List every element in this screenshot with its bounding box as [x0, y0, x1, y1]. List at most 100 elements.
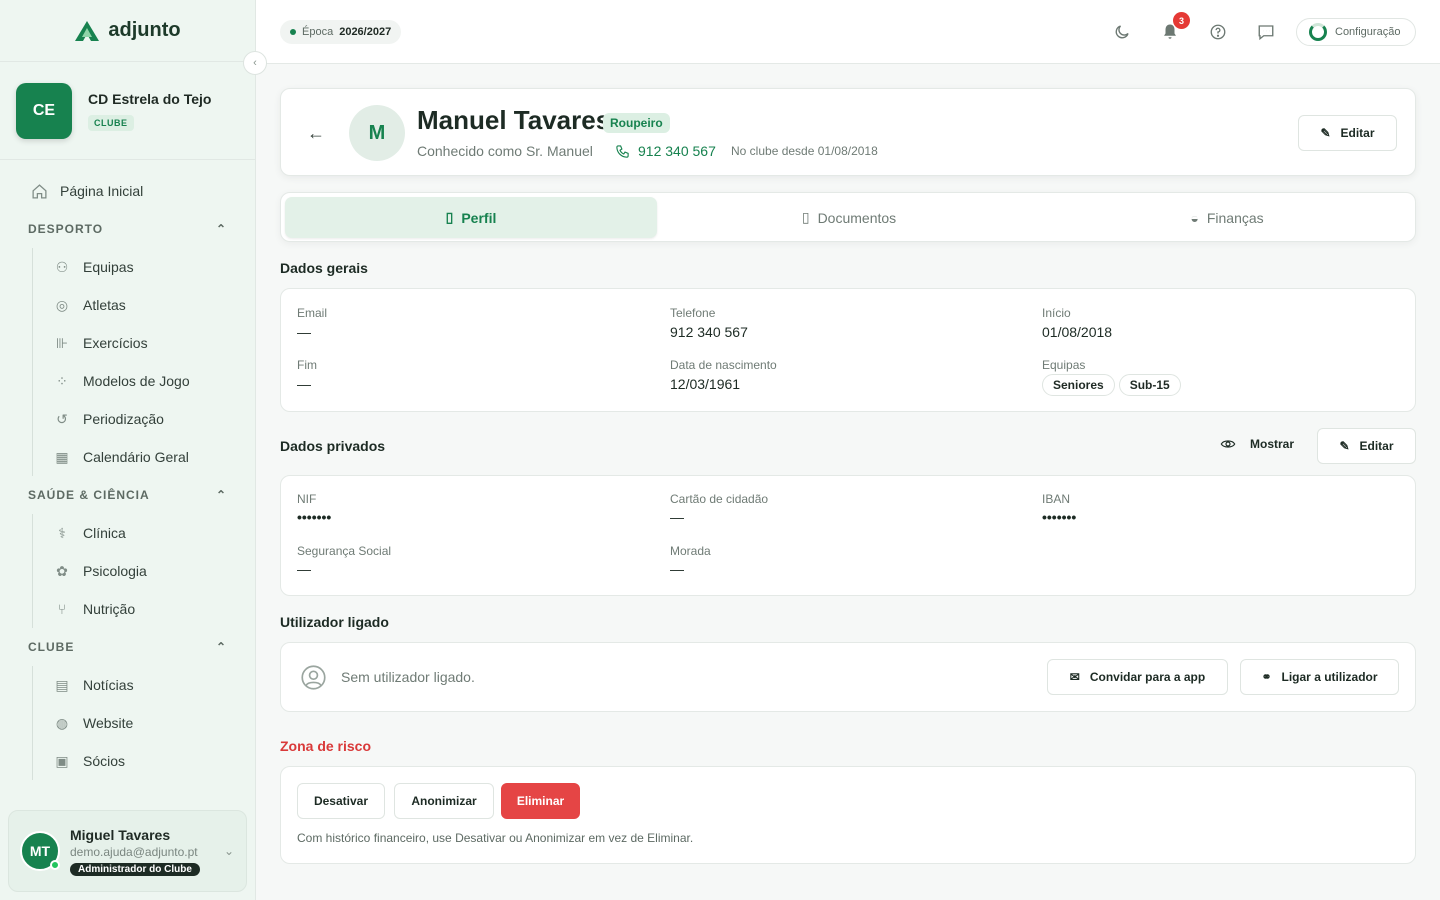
brain-icon: ✿: [56, 562, 68, 579]
person-name: Manuel Tavares: [417, 105, 611, 135]
user-circle-icon: [301, 665, 326, 690]
club-switcher[interactable]: CE CD Estrela do Tejo CLUBE: [0, 62, 255, 160]
sidebar-item-label: Atletas: [83, 297, 126, 313]
tab-perfil[interactable]: ▯ Perfil: [285, 197, 657, 238]
sidebar-item-calendario-geral[interactable]: ▦ Calendário Geral: [33, 438, 255, 476]
sidebar-item-label: Nutrição: [83, 601, 136, 617]
email-label: Email: [297, 306, 328, 320]
sidebar-item-home[interactable]: Página Inicial: [0, 172, 255, 210]
start-date-value: 01/08/2018: [1042, 324, 1113, 340]
invite-to-app-button[interactable]: ✉ Convidar para a app: [1047, 659, 1228, 695]
sidebar-item-label: Equipas: [83, 259, 134, 275]
nav-section-desporto[interactable]: DESPORTO ⌃: [0, 210, 255, 248]
sidebar-item-website[interactable]: ◍ Website: [33, 704, 255, 742]
chevron-up-icon: ⌃: [215, 488, 227, 502]
season-value: 2026/2027: [339, 26, 392, 38]
link-user-button[interactable]: ⚭ Ligar a utilizador: [1240, 659, 1399, 695]
setup-progress-ring-icon: [1309, 23, 1327, 41]
avatar-initials: MT: [29, 843, 51, 859]
nif-label: NIF: [297, 492, 317, 506]
team-chips: Seniores Sub-15: [1042, 374, 1185, 396]
season-selector[interactable]: Época 2026/2027: [280, 20, 402, 44]
section-title-danger-zone: Zona de risco: [280, 738, 372, 754]
nav-group-saude: ⚕ Clínica ✿ Psicologia ⑂ Nutrição: [32, 514, 255, 628]
back-button[interactable]: ←: [307, 123, 325, 144]
sidebar-item-exercicios[interactable]: ⊪ Exercícios: [33, 324, 255, 362]
start-date-label: Início: [1042, 306, 1071, 320]
show-label: Mostrar: [1250, 437, 1295, 451]
notification-count-badge: 3: [1173, 12, 1190, 29]
messages-button[interactable]: [1254, 20, 1278, 44]
person-header-card: ← M Manuel Tavares Roupeiro Conhecido co…: [280, 88, 1416, 176]
person-avatar: M: [349, 105, 405, 161]
coins-icon: ◒: [1190, 209, 1199, 226]
message-icon: [1258, 25, 1274, 41]
help-button[interactable]: [1206, 20, 1230, 44]
show-private-data-button[interactable]: Mostrar: [1220, 436, 1294, 452]
adjunto-logo-icon: [75, 20, 100, 41]
section-title-private: Dados privados: [280, 438, 386, 454]
pencil-icon: ✎: [1339, 439, 1350, 453]
sidebar-item-label: Periodização: [83, 411, 164, 427]
online-status-dot: [50, 860, 60, 870]
sidebar-item-nutricao[interactable]: ⑂ Nutrição: [33, 590, 255, 628]
nav-section-clube[interactable]: CLUBE ⌃: [0, 628, 255, 666]
team-chip[interactable]: Seniores: [1042, 374, 1115, 396]
danger-zone-card: Desativar Anonimizar Eliminar Com histór…: [280, 766, 1416, 864]
history-icon: ↺: [56, 410, 68, 427]
sidebar-item-label: Website: [83, 715, 134, 731]
edit-label: Editar: [1340, 126, 1375, 140]
nav-section-title: CLUBE: [28, 640, 75, 654]
user-menu[interactable]: MT Miguel Tavares demo.ajuda@adjunto.pt …: [8, 810, 247, 892]
brand-logo[interactable]: adjunto: [0, 0, 255, 62]
sidebar-item-socios[interactable]: ▣ Sócios: [33, 742, 255, 780]
chevron-up-icon: ⌃: [215, 640, 227, 654]
chevron-down-icon: ⌄: [223, 844, 234, 858]
sidebar-item-periodizacao[interactable]: ↺ Periodização: [33, 400, 255, 438]
tabs: ▯ Perfil ▯ Documentos ◒ Finanças: [280, 192, 1416, 242]
theme-toggle-button[interactable]: [1110, 20, 1134, 44]
link-label: Ligar a utilizador: [1281, 670, 1378, 684]
sidebar-item-label: Modelos de Jogo: [83, 373, 190, 389]
sidebar-item-noticias[interactable]: ▤ Notícias: [33, 666, 255, 704]
sidebar-item-label: Calendário Geral: [83, 449, 189, 465]
sidebar-item-label: Página Inicial: [60, 183, 144, 199]
stethoscope-icon: ⚕: [58, 524, 66, 541]
sidebar-item-psicologia[interactable]: ✿ Psicologia: [33, 552, 255, 590]
delete-button[interactable]: Eliminar: [501, 783, 580, 819]
team-chip[interactable]: Sub-15: [1118, 374, 1181, 396]
tab-label: Perfil: [461, 209, 497, 226]
season-label: Época: [302, 26, 334, 38]
address-value: —: [670, 561, 684, 577]
nav-section-saude[interactable]: SAÚDE & CIÊNCIA ⌃: [0, 476, 255, 514]
tactics-icon: ⁘: [56, 372, 68, 389]
sidebar-item-atletas[interactable]: ◎ Atletas: [33, 286, 255, 324]
link-icon: ⚭: [1261, 670, 1272, 684]
utensils-icon: ⑂: [57, 601, 67, 617]
edit-private-data-button[interactable]: ✎ Editar: [1317, 428, 1416, 464]
member-since: No clube desde 01/08/2018: [731, 144, 878, 158]
birth-date-label: Data de nascimento: [670, 358, 777, 372]
tab-financas[interactable]: ◒ Finanças: [1041, 197, 1413, 238]
help-icon: [1210, 24, 1226, 40]
person-phone-link[interactable]: 912 340 567: [615, 143, 716, 159]
notifications-button[interactable]: 3: [1158, 12, 1190, 44]
sidebar-item-modelos-de-jogo[interactable]: ⁘ Modelos de Jogo: [33, 362, 255, 400]
configuration-button[interactable]: Configuração: [1296, 18, 1416, 46]
sidebar-item-equipas[interactable]: ⚇ Equipas: [33, 248, 255, 286]
eye-icon: [1220, 440, 1236, 448]
deactivate-button[interactable]: Desativar: [297, 783, 385, 819]
anonymize-button[interactable]: Anonimizar: [394, 783, 494, 819]
arrow-left-icon: ←: [307, 123, 325, 143]
edit-person-button[interactable]: ✎ Editar: [1298, 115, 1397, 151]
role-badge: Roupeiro: [603, 113, 670, 133]
collapse-sidebar-button[interactable]: ‹: [243, 51, 267, 75]
nif-value: •••••••: [297, 509, 332, 525]
sidebar-item-clinica[interactable]: ⚕ Clínica: [33, 514, 255, 552]
tab-documentos[interactable]: ▯ Documentos: [663, 197, 1035, 238]
nav-group-clube: ▤ Notícias ◍ Website ▣ Sócios: [32, 666, 255, 780]
newspaper-icon: ▤: [55, 676, 69, 693]
club-tag: CLUBE: [88, 114, 134, 131]
section-title-linked-user: Utilizador ligado: [280, 614, 389, 630]
sidebar-item-label: Sócios: [83, 753, 126, 769]
